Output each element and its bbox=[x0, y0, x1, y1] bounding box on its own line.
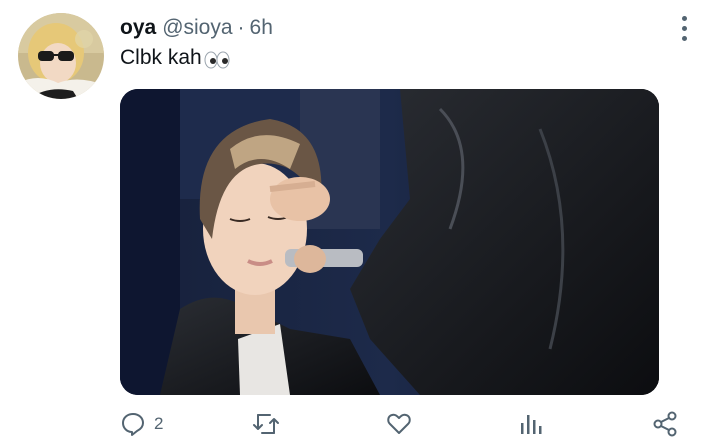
tweet-actions: 2 bbox=[0, 404, 720, 444]
tweet[interactable]: oya @sioya · 6h Clbk kah 2 bbox=[0, 0, 720, 446]
separator-dot: · bbox=[237, 16, 245, 39]
analytics-button[interactable] bbox=[519, 404, 543, 444]
eyes-emoji-icon bbox=[204, 49, 230, 69]
tweet-text: Clbk kah bbox=[120, 44, 230, 72]
display-name[interactable]: oya bbox=[120, 15, 156, 41]
reply-button[interactable]: 2 bbox=[120, 404, 163, 444]
more-options-icon[interactable] bbox=[672, 12, 696, 44]
analytics-icon bbox=[521, 415, 542, 434]
timestamp[interactable]: 6h bbox=[250, 15, 273, 41]
tweet-text-content: Clbk kah bbox=[120, 46, 202, 69]
like-button[interactable] bbox=[386, 404, 412, 444]
user-handle[interactable]: @sioya bbox=[162, 15, 232, 41]
reply-count: 2 bbox=[154, 414, 164, 433]
like-icon bbox=[387, 413, 411, 434]
share-icon bbox=[653, 411, 677, 437]
avatar[interactable] bbox=[18, 13, 104, 99]
retweet-button[interactable] bbox=[252, 404, 280, 444]
reply-icon bbox=[122, 413, 144, 436]
share-button[interactable] bbox=[652, 404, 678, 444]
tweet-header: oya @sioya · 6h bbox=[120, 15, 273, 41]
tweet-media-image[interactable] bbox=[120, 89, 659, 395]
retweet-icon bbox=[253, 414, 279, 434]
